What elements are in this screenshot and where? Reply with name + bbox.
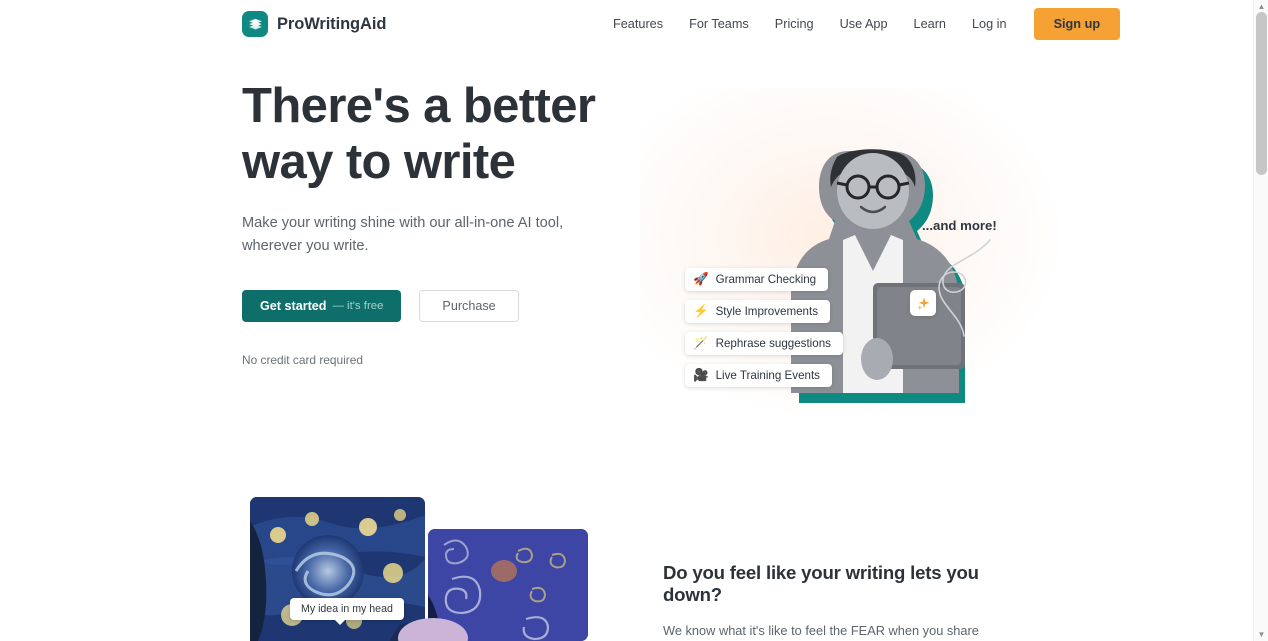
nav-item-features[interactable]: Features xyxy=(600,11,676,37)
rocket-icon: 🚀 xyxy=(693,272,709,287)
page-root: ProWritingAid Features For Teams Pricing… xyxy=(0,0,1268,641)
nav-item-learn[interactable]: Learn xyxy=(901,11,959,37)
magic-wand-icon: 🪄 xyxy=(693,336,709,351)
feature-chip-label: Live Training Events xyxy=(715,369,820,382)
sign-up-button[interactable]: Sign up xyxy=(1033,8,1121,40)
purchase-button[interactable]: Purchase xyxy=(419,290,519,322)
feature-chip[interactable]: 🎥 Live Training Events xyxy=(685,364,832,387)
idea-caption-bubble: My idea in my head xyxy=(290,598,404,625)
scrollbar-thumb[interactable] xyxy=(1256,12,1267,175)
main-navigation: Features For Teams Pricing Use App Learn… xyxy=(600,8,1121,40)
sparkles-icon xyxy=(910,290,936,316)
feature-chip-label: Style Improvements xyxy=(715,305,819,318)
nav-item-for-teams[interactable]: For Teams xyxy=(676,11,762,37)
video-camera-icon: 🎥 xyxy=(693,368,709,383)
feature-chip-label: Grammar Checking xyxy=(715,273,817,286)
get-started-button[interactable]: Get started — it's free xyxy=(242,290,402,322)
book-pages-icon xyxy=(242,11,268,37)
nav-item-pricing[interactable]: Pricing xyxy=(762,11,827,37)
balloon-doodle-icon xyxy=(938,239,991,337)
hero-title-line-2: way to write xyxy=(242,135,516,189)
feature-chip[interactable]: ⚡ Style Improvements xyxy=(685,300,831,323)
hero-section: There's a better way to write Make your … xyxy=(0,48,1253,488)
get-started-note: — it's free xyxy=(332,300,384,312)
nav-item-use-app[interactable]: Use App xyxy=(827,11,901,37)
no-credit-card-note: No credit card required xyxy=(242,353,363,367)
and-more-annotation: ...and more! xyxy=(922,218,997,233)
nav-item-log-in[interactable]: Log in xyxy=(959,11,1020,37)
lightning-bolt-icon: ⚡ xyxy=(693,304,709,319)
feature-chip[interactable]: 🚀 Grammar Checking xyxy=(685,268,829,291)
page-scrollbar[interactable]: ▲ ▼ xyxy=(1253,0,1268,641)
page-title: There's a better way to write xyxy=(242,78,642,190)
feature-chip-label: Rephrase suggestions xyxy=(715,337,831,350)
hero-illustration: 🚀 Grammar Checking ⚡ Style Improvements … xyxy=(655,108,1015,438)
scroll-up-arrow-icon[interactable]: ▲ xyxy=(1257,2,1266,11)
section-title: Do you feel like your writing lets you d… xyxy=(663,562,979,605)
feature-chip-list: 🚀 Grammar Checking ⚡ Style Improvements … xyxy=(685,268,843,387)
brand-name: ProWritingAid xyxy=(277,14,387,33)
problem-section: My idea in my head Do you feel like your… xyxy=(0,488,1253,641)
brand-logo-link[interactable]: ProWritingAid xyxy=(242,11,386,37)
scroll-down-arrow-icon[interactable]: ▼ xyxy=(1257,630,1266,639)
feature-chip[interactable]: 🪄 Rephrase suggestions xyxy=(685,332,843,355)
hero-title-line-1: There's a better xyxy=(242,79,596,133)
hero-action-buttons: Get started — it's free Purchase xyxy=(242,290,642,322)
get-started-label: Get started xyxy=(260,299,327,313)
hero-subtitle: Make your writing shine with our all-in-… xyxy=(242,215,564,254)
site-header: ProWritingAid Features For Teams Pricing… xyxy=(0,0,1253,48)
problem-copy: Do you feel like your writing lets you d… xyxy=(663,562,1023,641)
section-body-text: We know what it's like to feel the FEAR … xyxy=(663,623,979,638)
hero-copy: There's a better way to write Make your … xyxy=(242,78,642,367)
